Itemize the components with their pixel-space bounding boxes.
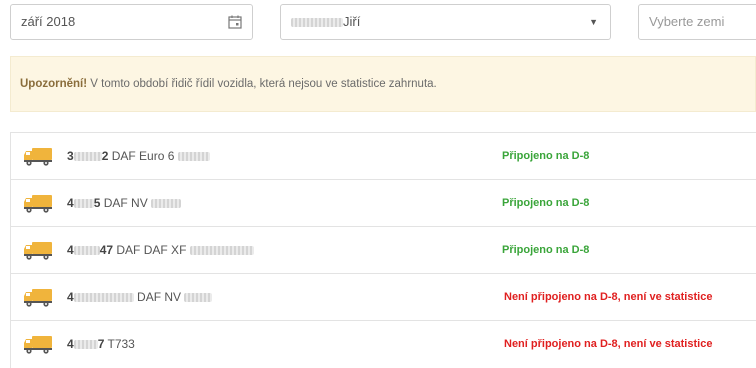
vehicle-row[interactable]: 45 DAF NV Připojeno na D-8 [10, 180, 756, 227]
connection-status: Připojeno na D-8 [502, 244, 590, 256]
driver-select[interactable]: Jiří ▼ [280, 4, 611, 40]
vehicle-plate: 4 47 [67, 243, 114, 257]
month-value: září 2018 [21, 14, 76, 29]
truck-icon [24, 148, 52, 166]
connection-status: Připojeno na D-8 [502, 197, 590, 209]
vehicle-plate: 4 [67, 290, 134, 304]
vehicle-model: DAF DAF XF [116, 243, 187, 257]
driver-value: Jiří [343, 14, 361, 29]
vehicle-label: 4 DAF NV [67, 274, 213, 320]
vehicle-list: 32 DAF Euro 6 Připojeno na D-8 45 DAF NV… [10, 132, 756, 368]
country-select[interactable]: Vyberte zemi [638, 4, 756, 40]
vehicle-model: T733 [107, 337, 135, 351]
connection-status: Není připojeno na D-8, není ve statistic… [504, 338, 713, 350]
vehicle-model: DAF NV [137, 290, 182, 304]
vehicle-label: 4 47 DAF DAF XF [67, 227, 254, 273]
vehicle-label: 47 T733 [67, 321, 135, 367]
vehicle-label: 45 DAF NV [67, 180, 182, 226]
vehicle-plate: 32 [67, 149, 109, 163]
warning-alert: Upozornění! V tomto období řidič řídil v… [10, 56, 756, 112]
warning-title: Upozornění! [20, 78, 88, 90]
vehicle-row[interactable]: 4 DAF NV Není připojeno na D-8, není ve … [10, 274, 756, 321]
vehicle-row[interactable]: 32 DAF Euro 6 Připojeno na D-8 [10, 133, 756, 180]
connection-status: Připojeno na D-8 [502, 150, 590, 162]
driver-name-redacted [291, 18, 343, 28]
country-placeholder: Vyberte zemi [649, 14, 725, 29]
caret-down-icon: ▼ [589, 17, 598, 27]
vehicle-label: 32 DAF Euro 6 [67, 133, 210, 179]
month-picker[interactable]: září 2018 [10, 4, 253, 40]
truck-icon [24, 242, 52, 260]
vehicle-plate: 45 [67, 196, 101, 210]
vehicle-row[interactable]: 4 47 DAF DAF XF Připojeno na D-8 [10, 227, 756, 274]
truck-icon [24, 289, 52, 307]
warning-message: V tomto období řidič řídil vozidla, kter… [90, 78, 437, 90]
connection-status: Není připojeno na D-8, není ve statistic… [504, 291, 713, 303]
vehicle-plate: 47 [67, 337, 105, 351]
calendar-icon[interactable] [228, 15, 242, 29]
vehicle-model: DAF NV [103, 196, 148, 210]
vehicle-model: DAF Euro 6 [111, 149, 175, 163]
vehicle-row[interactable]: 47 T733 Není připojeno na D-8, není ve st… [10, 321, 756, 368]
truck-icon [24, 195, 52, 213]
truck-icon [24, 336, 52, 354]
